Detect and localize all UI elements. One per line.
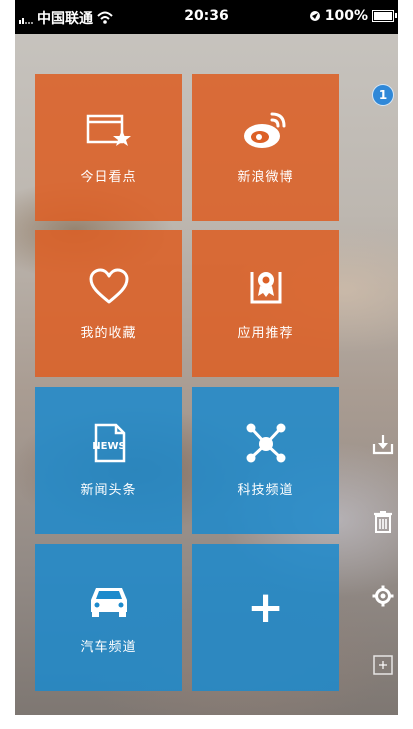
tile-auto-channel[interactable]: 汽车频道 (35, 544, 182, 691)
svg-text:NEWS: NEWS (92, 441, 125, 452)
tile-label: 新闻头条 (80, 483, 137, 498)
tile-label: 我的收藏 (80, 326, 137, 341)
tile-sina-weibo[interactable]: 新浪微博 (192, 74, 339, 221)
tile-label: 汽车频道 (80, 640, 137, 655)
status-bar: 中国联通 20:36 100% (15, 0, 398, 34)
battery-percent: 100% (324, 8, 368, 24)
location-icon (309, 11, 320, 21)
network-nodes-icon (242, 419, 290, 467)
tile-label: 新浪微博 (237, 170, 294, 185)
news-icon: NEWS (85, 419, 133, 467)
phone-screen: 中国联通 20:36 100% 今日看点 新浪微博 我的收藏 应用推荐 NEWS… (15, 0, 398, 715)
award-ribbon-icon (242, 262, 290, 310)
today-highlights-icon (85, 106, 133, 154)
heart-icon (85, 262, 133, 310)
tile-tech-channel[interactable]: 科技频道 (192, 387, 339, 534)
tile-label: 科技频道 (237, 483, 294, 498)
tile-add[interactable]: + (192, 544, 339, 691)
status-right: 100% (309, 8, 397, 24)
tile-label: 应用推荐 (237, 326, 294, 341)
tile-news-headlines[interactable]: NEWS 新闻头条 (35, 387, 182, 534)
tile-today-highlights[interactable]: 今日看点 (35, 74, 182, 221)
battery-icon (372, 10, 397, 22)
tile-app-recommend[interactable]: 应用推荐 (192, 230, 339, 377)
tile-label: 今日看点 (80, 170, 137, 185)
download-icon[interactable] (370, 431, 396, 457)
gear-icon[interactable] (370, 583, 396, 609)
notification-badge[interactable]: 1 (372, 84, 394, 106)
tile-my-favorites[interactable]: 我的收藏 (35, 230, 182, 377)
trash-icon[interactable] (370, 509, 396, 535)
plus-icon: + (247, 582, 284, 633)
add-square-icon[interactable] (370, 652, 396, 678)
weibo-icon (242, 106, 290, 154)
car-icon (85, 576, 133, 624)
